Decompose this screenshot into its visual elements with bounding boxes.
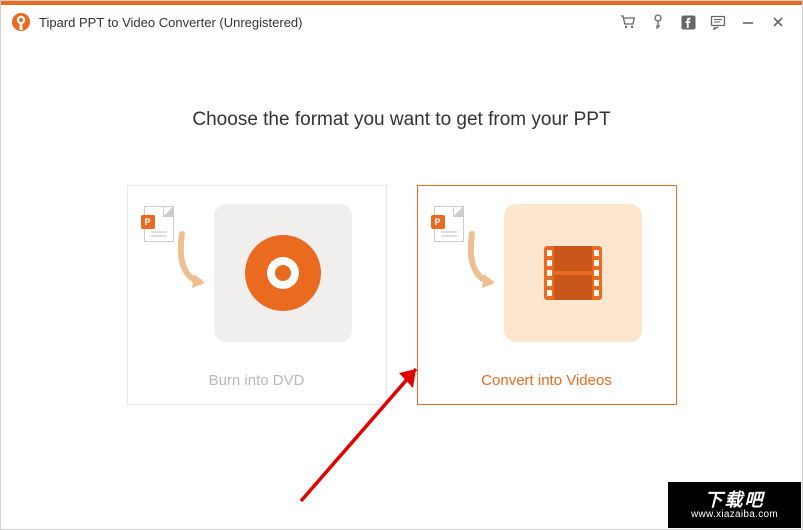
watermark: 下载吧 www.xiazaiba.com [667,481,802,529]
option-label: Burn into DVD [209,372,305,389]
facebook-icon[interactable] [680,14,696,30]
watermark-url: www.xiazaiba.com [691,509,778,520]
app-logo-icon [11,12,31,32]
card-body: P [434,204,660,354]
option-label: Convert into Videos [481,372,612,389]
page-heading: Choose the format you want to get from y… [192,109,610,131]
feedback-icon[interactable] [710,14,726,30]
main-content: Choose the format you want to get from y… [1,39,802,405]
cart-icon[interactable] [620,14,636,30]
option-burn-dvd[interactable]: P Burn into DVD [127,185,387,405]
ppt-file-icon: P [144,206,174,242]
ppt-file-icon: P [434,206,464,242]
video-icon [504,204,642,342]
option-convert-video[interactable]: P [417,185,677,405]
app-window: Tipard PPT to Video Converter (Unregiste… [0,0,803,530]
titlebar-actions [620,14,786,30]
minimize-button[interactable] [740,14,756,30]
close-button[interactable] [770,14,786,30]
card-body: P [144,204,370,354]
arrow-icon [172,230,208,296]
titlebar: Tipard PPT to Video Converter (Unregiste… [1,5,802,39]
watermark-text: 下载吧 [705,491,765,509]
app-title: Tipard PPT to Video Converter (Unregiste… [39,15,620,30]
dvd-icon [214,204,352,342]
format-options: P Burn into DVD [127,185,677,405]
key-icon[interactable] [650,14,666,30]
arrow-icon [462,230,498,296]
